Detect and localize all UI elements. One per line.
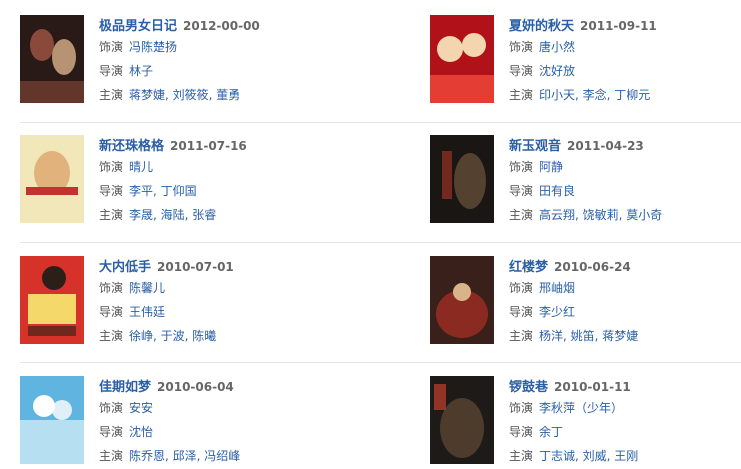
director-value[interactable]: 田有良: [539, 184, 575, 198]
drama-title[interactable]: 锣鼓巷: [509, 380, 548, 395]
poster-image[interactable]: [20, 15, 84, 103]
poster-graphic: [20, 15, 84, 103]
role-label: 饰演: [509, 401, 534, 415]
cast-value[interactable]: 杨洋, 姚笛, 蒋梦婕: [539, 329, 638, 343]
cast-value[interactable]: 李晟, 海陆, 张睿: [129, 208, 216, 222]
role-label: 饰演: [509, 281, 534, 295]
release-date: 2011-09-11: [580, 19, 657, 33]
row-divider: [20, 122, 741, 123]
release-date: 2010-06-04: [157, 380, 234, 394]
director-label: 导演: [99, 64, 124, 78]
role-value[interactable]: 唐小然: [539, 40, 575, 54]
drama-card: 佳期如梦 2010-06-04 饰演 安安 导演 沈怡 主演 陈乔恩, 邱泽, 冯绍峰: [20, 376, 350, 469]
director-label: 导演: [509, 305, 534, 319]
director-value[interactable]: 沈怡: [129, 425, 153, 439]
release-date: 2011-04-23: [567, 139, 644, 153]
drama-title[interactable]: 佳期如梦: [99, 380, 151, 395]
director-label: 导演: [509, 64, 534, 78]
row-divider: [20, 362, 741, 363]
role-label: 饰演: [509, 40, 534, 54]
drama-card: 极品男女日记 2012-00-00 饰演 冯陈楚扬 导演 林子 主演 蒋梦婕, 刘筱筱,…: [20, 15, 350, 115]
poster-image[interactable]: [20, 135, 84, 223]
poster-image[interactable]: [20, 376, 84, 464]
drama-title[interactable]: 新还珠格格: [99, 139, 164, 154]
release-date: 2012-00-00: [183, 19, 260, 33]
drama-title[interactable]: 新玉观音: [509, 139, 561, 154]
poster-graphic: [430, 15, 494, 103]
cast-label: 主演: [509, 449, 534, 463]
director-label: 导演: [99, 305, 124, 319]
release-date: 2010-07-01: [157, 260, 234, 274]
role-value[interactable]: 安安: [129, 401, 153, 415]
director-value[interactable]: 李平, 丁仰国: [129, 184, 197, 198]
poster-graphic: [430, 135, 494, 223]
cast-label: 主演: [509, 88, 534, 102]
cast-value[interactable]: 高云翔, 饶敏莉, 莫小奇: [539, 208, 662, 222]
poster-image[interactable]: [430, 15, 494, 103]
cast-value[interactable]: 陈乔恩, 邱泽, 冯绍峰: [129, 449, 240, 463]
director-label: 导演: [99, 425, 124, 439]
role-label: 饰演: [99, 160, 124, 174]
poster-image[interactable]: [430, 376, 494, 464]
cast-label: 主演: [99, 329, 124, 343]
director-value[interactable]: 沈好放: [539, 64, 575, 78]
director-value[interactable]: 李少红: [539, 305, 575, 319]
cast-value[interactable]: 徐峥, 于波, 陈曦: [129, 329, 216, 343]
role-value[interactable]: 陈馨儿: [129, 281, 165, 295]
role-value[interactable]: 阿静: [539, 160, 563, 174]
director-value[interactable]: 王伟廷: [129, 305, 165, 319]
row-divider: [20, 242, 741, 243]
drama-title[interactable]: 极品男女日记: [99, 19, 177, 34]
director-value[interactable]: 林子: [129, 64, 153, 78]
poster-graphic: [20, 135, 84, 223]
poster-graphic: [430, 256, 494, 344]
cast-label: 主演: [99, 208, 124, 222]
cast-label: 主演: [509, 208, 534, 222]
role-value[interactable]: 晴儿: [129, 160, 153, 174]
cast-label: 主演: [509, 329, 534, 343]
role-label: 饰演: [99, 281, 124, 295]
release-date: 2011-07-16: [170, 139, 247, 153]
release-date: 2010-06-24: [554, 260, 631, 274]
cast-label: 主演: [99, 88, 124, 102]
director-label: 导演: [509, 425, 534, 439]
role-value[interactable]: 冯陈楚扬: [129, 40, 177, 54]
role-value[interactable]: 邢岫烟: [539, 281, 575, 295]
cast-label: 主演: [99, 449, 124, 463]
drama-card: 新玉观音 2011-04-23 饰演 阿静 导演 田有良 主演 高云翔, 饶敏莉, 莫小…: [430, 135, 741, 235]
drama-card: 锣鼓巷 2010-01-11 饰演 李秋萍（少年） 导演 余丁 主演 丁志诚, 刘威, …: [430, 376, 741, 469]
drama-title[interactable]: 红楼梦: [509, 260, 548, 275]
drama-grid: 极品男女日记 2012-00-00 饰演 冯陈楚扬 导演 林子 主演 蒋梦婕, 刘筱筱,…: [0, 0, 741, 469]
cast-value[interactable]: 蒋梦婕, 刘筱筱, 董勇: [129, 88, 240, 102]
cast-value[interactable]: 丁志诚, 刘威, 王刚: [539, 449, 638, 463]
drama-card: 大内低手 2010-07-01 饰演 陈馨儿 导演 王伟廷 主演 徐峥, 于波, 陈曦: [20, 256, 350, 356]
director-value[interactable]: 余丁: [539, 425, 563, 439]
cast-value[interactable]: 印小天, 李念, 丁柳元: [539, 88, 650, 102]
release-date: 2010-01-11: [554, 380, 631, 394]
poster-image[interactable]: [430, 135, 494, 223]
poster-graphic: [20, 256, 84, 344]
drama-card: 红楼梦 2010-06-24 饰演 邢岫烟 导演 李少红 主演 杨洋, 姚笛, 蒋梦婕: [430, 256, 741, 356]
drama-card: 夏妍的秋天 2011-09-11 饰演 唐小然 导演 沈好放 主演 印小天, 李念, 丁…: [430, 15, 741, 115]
poster-image[interactable]: [430, 256, 494, 344]
drama-card: 新还珠格格 2011-07-16 饰演 晴儿 导演 李平, 丁仰国 主演 李晟, 海陆,…: [20, 135, 350, 235]
poster-image[interactable]: [20, 256, 84, 344]
director-label: 导演: [509, 184, 534, 198]
role-label: 饰演: [509, 160, 534, 174]
role-label: 饰演: [99, 40, 124, 54]
drama-title[interactable]: 夏妍的秋天: [509, 19, 574, 34]
role-value[interactable]: 李秋萍（少年）: [539, 401, 623, 415]
drama-title[interactable]: 大内低手: [99, 260, 151, 275]
director-label: 导演: [99, 184, 124, 198]
poster-graphic: [430, 376, 494, 464]
role-label: 饰演: [99, 401, 124, 415]
poster-graphic: [20, 376, 84, 464]
